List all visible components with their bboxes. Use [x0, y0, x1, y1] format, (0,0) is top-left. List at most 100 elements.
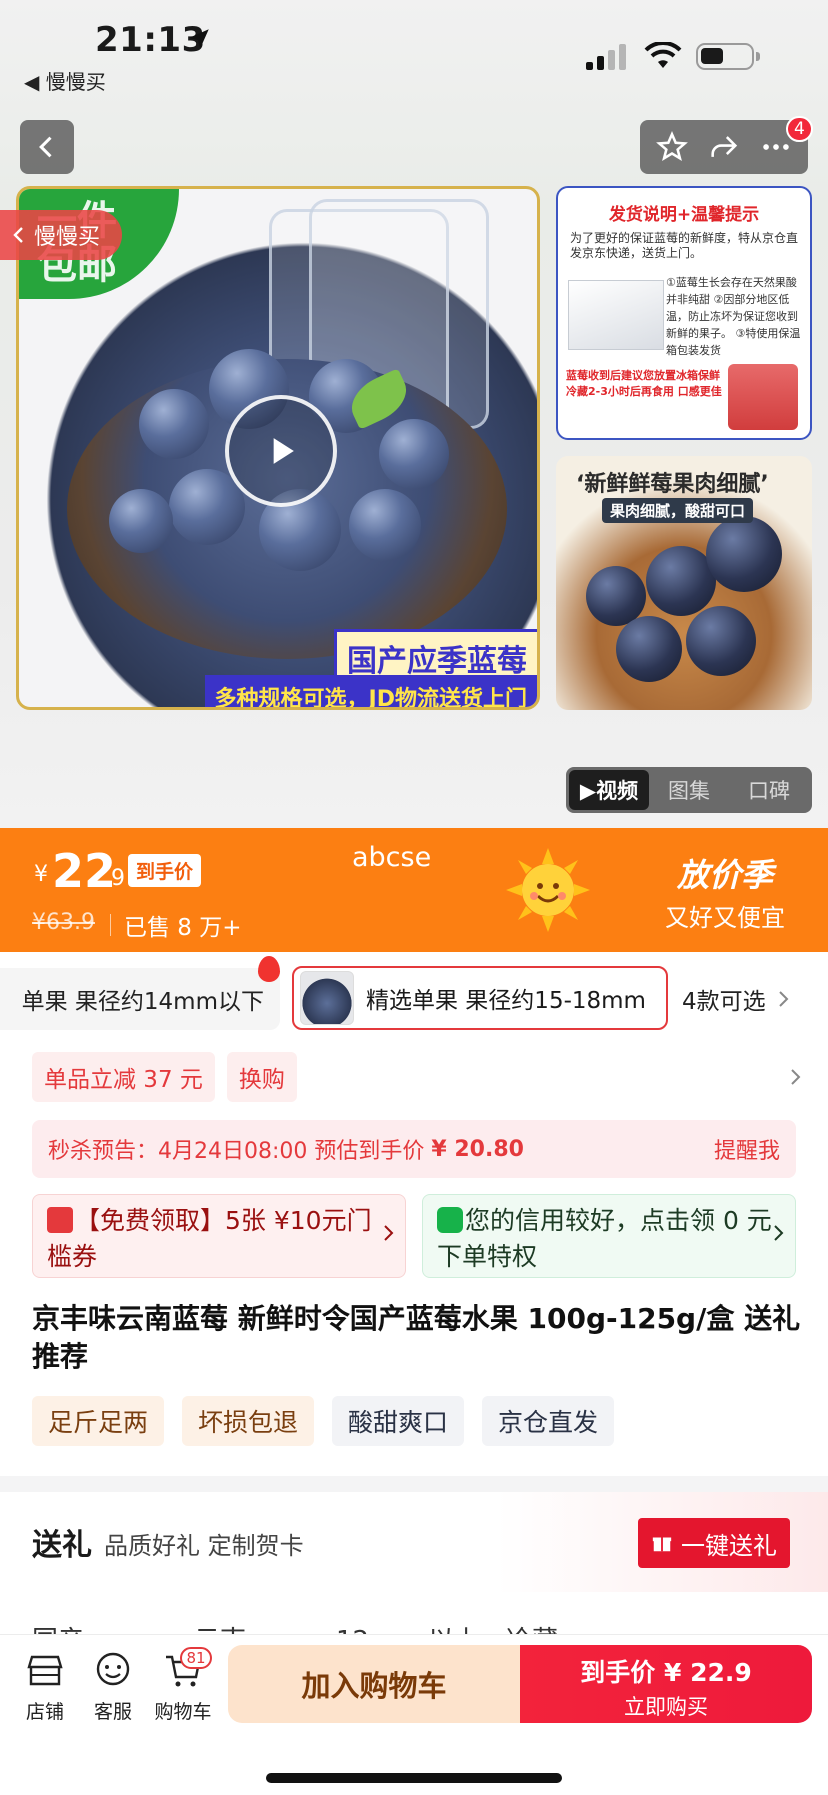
gift-heading: 送礼: [32, 1528, 92, 1563]
buy-now-button[interactable]: 到手价 ¥ 22.9 立即购买: [520, 1645, 812, 1723]
gift-icon: [652, 1537, 672, 1552]
credit-privilege-text: 您的信用较好，点击领 0 元下单特权: [437, 1206, 772, 1271]
berry: [139, 389, 209, 459]
send-gift-label: 一键送礼: [681, 1531, 777, 1560]
buy-price-label: 到手价: [580, 1658, 656, 1687]
tab-gallery[interactable]: 图集: [649, 770, 729, 810]
customer-service-icon: [96, 1652, 130, 1686]
product-tag: 坏损包退: [182, 1396, 315, 1446]
store-button[interactable]: 店铺: [10, 1649, 80, 1724]
product-tag: 京仓直发: [482, 1396, 615, 1446]
sold-count: 已售 8 万+: [124, 915, 242, 941]
gift-section: 送礼 品质好礼 定制贺卡 一键送礼: [0, 1492, 828, 1592]
play-video-button[interactable]: [225, 395, 337, 507]
battery-icon: [696, 43, 760, 70]
final-price-tag: 到手价: [128, 854, 202, 887]
product-tag: 足斤足两: [32, 1396, 165, 1446]
buy-price-line: 到手价 ¥ 22.9: [520, 1653, 812, 1689]
wifi-icon: [644, 42, 682, 68]
credit-privilege-card[interactable]: 您的信用较好，点击领 0 元下单特权: [422, 1194, 796, 1278]
cart-label: 购物车: [154, 1701, 212, 1723]
customer-service-label: 客服: [93, 1701, 132, 1723]
home-indicator: [266, 1773, 562, 1783]
return-to-app-pill[interactable]: 慢慢买: [0, 210, 123, 260]
price-currency: ¥: [34, 862, 48, 887]
location-arrow-icon: [189, 29, 209, 49]
promotion-row[interactable]: 单品立减 37 元 换购: [32, 1052, 802, 1102]
return-to-app-label: 慢慢买: [34, 225, 101, 250]
back-button[interactable]: [20, 120, 74, 174]
send-gift-button[interactable]: 一键送礼: [638, 1518, 790, 1568]
berry: [109, 489, 173, 553]
promo-slogan: 放价季: [676, 856, 773, 894]
shipping-notice-image[interactable]: 发货说明+温馨提示 为了更好的保证蓝莓的新鲜度，特从京仓直发京东快递，送货上门。…: [556, 186, 812, 440]
chevron-right-icon: [778, 991, 789, 1007]
play-icon: [273, 438, 294, 464]
jd-self-operated-icon: [47, 1207, 73, 1233]
gift-subtitle: 品质好礼 定制贺卡: [104, 1532, 304, 1560]
chevron-right-icon: [791, 1069, 801, 1085]
sun-mascot-icon: [506, 848, 590, 932]
shipping-notice-points: ①蓝莓生长会存在天然果酸 并非纯甜 ②因部分地区低温，防止冻坏为保证您收到新鲜的…: [666, 276, 801, 357]
price-decimal: .9: [104, 866, 125, 891]
buy-price-value: ¥ 22.9: [663, 1658, 752, 1687]
shipping-notice-intro: 为了更好的保证蓝莓的新鲜度，特从京仓直发京东快递，送货上门。: [570, 231, 799, 260]
buy-now-label: 立即购买: [624, 1695, 708, 1719]
store-icon: [27, 1655, 63, 1686]
chevron-left-icon: [39, 136, 52, 158]
fresh-berries-sub: 果肉细腻，酸甜可口: [602, 498, 754, 523]
fresh-berries-image[interactable]: ‘新鲜鲜莓果肉细腻’ 果肉细腻，酸甜可口: [556, 456, 812, 710]
spec-more-button[interactable]: 4款可选: [682, 982, 790, 1016]
coupon-card[interactable]: 【免费领取】5张 ¥10元门槛券: [32, 1194, 406, 1278]
product-attributes-row: 国产 云南 12mm 以上 冷藏: [0, 1606, 828, 1636]
price-divider: [110, 914, 111, 936]
fresh-berries-title: ‘新鲜鲜莓果肉细腻’: [576, 472, 769, 497]
spec-option-selected[interactable]: 精选单果 果径约15-18mm: [292, 966, 668, 1030]
coupon-text: 【免费领取】5张 ¥10元门槛券: [47, 1206, 372, 1271]
spec-thumbnail: [300, 971, 354, 1025]
berry: [349, 489, 421, 561]
band-middle-text: abcse: [352, 842, 432, 873]
product-gallery: 21:13 ◀ 慢慢买 4 一件包邮 国产应季蓝莓: [0, 0, 828, 828]
spec-more-label: 4款可选: [682, 989, 766, 1015]
bottom-action-bar: 店铺 客服 购物车 81 加入购物车 到手价 ¥ 22.9 立即购买: [0, 1634, 828, 1795]
section-divider: [0, 1476, 828, 1492]
shipping-notice-warning: 蓝莓收到后建议您放置冰箱保鲜 冷藏2-3小时后再食用 口感更佳: [566, 369, 722, 398]
product-tag: 酸甜爽口: [332, 1396, 465, 1446]
shield-check-icon: [437, 1207, 463, 1233]
favorite-star-icon[interactable]: [655, 130, 689, 164]
tab-reviews[interactable]: 口碑: [729, 770, 809, 810]
store-label: 店铺: [25, 1701, 64, 1723]
exchange-tag: 换购: [226, 1052, 297, 1102]
original-price: ¥63.9: [32, 910, 95, 935]
chevron-right-icon: [774, 1225, 784, 1241]
remind-me-button[interactable]: 提醒我: [714, 1133, 780, 1165]
top-actions: [640, 120, 808, 174]
fridge-image: [728, 364, 798, 430]
back-to-app-link[interactable]: ◀ 慢慢买: [24, 66, 106, 95]
share-icon[interactable]: [707, 130, 741, 164]
add-to-cart-button[interactable]: 加入购物车: [228, 1645, 520, 1723]
berry: [616, 616, 682, 682]
customer-service-button[interactable]: 客服: [78, 1649, 148, 1724]
chevron-right-icon: [384, 1225, 394, 1241]
signal-icon: [586, 44, 626, 70]
shipping-notice-title: 发货说明+温馨提示: [608, 205, 760, 225]
hot-flame-icon: [258, 956, 280, 982]
spec-selector: 单果 果径约14mm以下 精选单果 果径约15-18mm 4款可选: [0, 956, 828, 1034]
spec-option-small[interactable]: 单果 果径约14mm以下: [0, 968, 280, 1030]
flash-sale-price: ¥ 20.80: [431, 1136, 524, 1162]
cart-count-badge: 81: [180, 1647, 212, 1669]
berry: [379, 419, 449, 489]
chevron-left-icon: [13, 227, 23, 243]
price-band: ¥ 22 .9 到手价 ¥63.9 已售 8 万+ abcse 放价季 又好又便…: [0, 828, 828, 952]
foam-box-image: [568, 280, 664, 350]
main-product-image[interactable]: 一件包邮 国产应季蓝莓 多种规格可选，JD物流送货上门: [16, 186, 540, 710]
promo-slogan-sub: 又好又便宜: [665, 904, 785, 932]
flash-sale-preview: 秒杀预告：4月24日08:00 预估到手价 ¥ 20.80 提醒我: [32, 1120, 796, 1178]
product-tags: 足斤足两 坏损包退 酸甜爽口 京仓直发: [32, 1396, 615, 1446]
berry: [686, 606, 756, 676]
tab-video[interactable]: ▶视频: [569, 770, 649, 810]
flash-sale-text: 秒杀预告：4月24日08:00 预估到手价: [48, 1139, 425, 1164]
media-tabs: ▶视频 图集 口碑: [566, 767, 812, 813]
